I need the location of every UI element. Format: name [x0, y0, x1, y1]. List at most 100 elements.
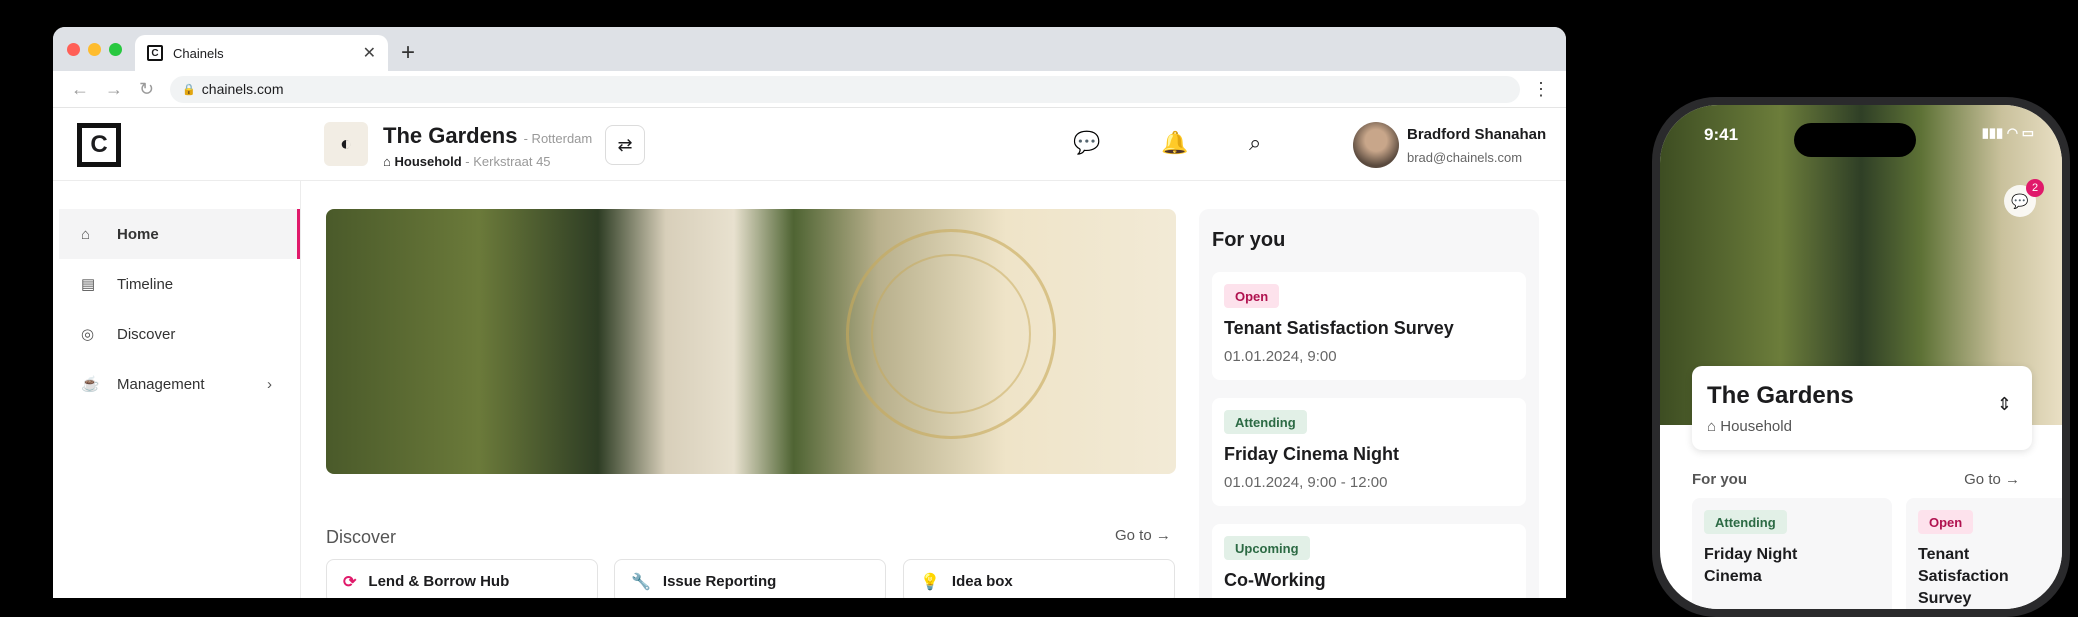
close-window-button[interactable]	[67, 43, 80, 56]
dynamic-island	[1794, 123, 1916, 157]
sidebar-item-timeline[interactable]: ▤ Timeline	[59, 259, 300, 309]
card-title: Friday Night Cinema	[1704, 546, 1798, 585]
status-badge: Attending	[1224, 410, 1307, 434]
chevron-right-icon: ›	[267, 375, 272, 393]
url-text: chainels.com	[201, 81, 284, 97]
hero-decoration	[871, 254, 1031, 414]
new-tab-button[interactable]: +	[401, 35, 415, 71]
community-city: - Rotterdam	[523, 131, 593, 146]
browser-menu-icon[interactable]: ⋮	[1532, 79, 1550, 100]
phone-mockup: 9:41 ▮▮▮ ◠ ▭ 💬 2 The Gardens ⌂ Household…	[1652, 97, 2070, 617]
tab-title: Chainels	[173, 45, 224, 61]
sidebar-item-label: Timeline	[117, 275, 174, 293]
back-icon[interactable]: ←	[71, 79, 89, 100]
phone-goto-link[interactable]: Go to →	[1964, 471, 2020, 488]
discover-icon: ◎	[81, 326, 95, 343]
bell-icon[interactable]: 🔔	[1161, 130, 1188, 156]
url-input[interactable]: 🔒 chainels.com	[170, 75, 1521, 103]
for-you-panel: For you Open Tenant Satisfaction Survey …	[1199, 209, 1539, 598]
tile-issue-reporting[interactable]: 🔧 Issue Reporting	[614, 559, 886, 598]
sidebar-item-label: Home	[117, 225, 159, 243]
for-you-title: For you	[1212, 229, 1286, 251]
management-icon: ☕	[81, 376, 100, 393]
phone-community-name: The Gardens	[1707, 382, 1854, 409]
browser-tab[interactable]: C Chainels ✕	[135, 35, 388, 71]
card-title: Friday Cinema Night	[1224, 444, 1400, 464]
status-badge: Open	[1224, 284, 1280, 308]
chainels-logo[interactable]: C	[77, 123, 121, 167]
hero-image	[326, 209, 1176, 474]
community-type: Household	[394, 154, 462, 169]
refresh-icon: ⟳	[343, 573, 357, 591]
sidebar-item-label: Discover	[117, 325, 176, 343]
search-icon[interactable]: ⌕	[1249, 130, 1261, 156]
goto-label: Go to	[1964, 471, 2001, 488]
phone-community-type: ⌂ Household	[1707, 418, 1792, 435]
for-you-card[interactable]: Attending Friday Cinema Night 01.01.2024…	[1212, 398, 1526, 506]
chevron-updown-icon[interactable]: ⇕	[1997, 394, 2012, 415]
reload-icon[interactable]: ↻	[139, 79, 154, 100]
status-icons: ▮▮▮ ◠ ▭	[1981, 125, 2034, 140]
arrow-right-icon: →	[1155, 527, 1171, 544]
chat-icon[interactable]: 💬	[1073, 130, 1100, 156]
card-title: Tenant Satisfaction Survey	[1918, 546, 2009, 607]
chainels-favicon-icon: C	[147, 45, 163, 61]
phone-screen: 9:41 ▮▮▮ ◠ ▭ 💬 2 The Gardens ⌂ Household…	[1660, 105, 2062, 609]
timeline-icon: ▤	[81, 276, 96, 293]
home-small-icon: ⌂	[383, 154, 391, 169]
address-bar-row: ← → ↻ 🔒 chainels.com ⋮	[53, 71, 1566, 108]
tile-label: Issue Reporting	[662, 573, 777, 590]
phone-for-you-card[interactable]: Attending Friday Night Cinema	[1692, 498, 1892, 609]
tab-bar: C Chainels ✕ +	[53, 27, 1566, 71]
lightbulb-icon: 💡	[920, 573, 940, 591]
community-title: The Gardens - Rotterdam	[383, 123, 592, 149]
goto-label: Go to	[1115, 527, 1152, 544]
switch-community-button[interactable]: ⇄	[605, 125, 645, 165]
for-you-card[interactable]: Upcoming Co-Working	[1212, 524, 1526, 598]
status-badge: Open	[1918, 510, 1974, 534]
avatar[interactable]	[1353, 122, 1399, 168]
discover-title: Discover	[326, 527, 397, 547]
phone-for-you-title: For you	[1692, 471, 1747, 488]
chat-count-badge: 2	[2026, 179, 2044, 197]
user-email: brad@chainels.com	[1407, 150, 1523, 165]
wrench-icon: 🔧	[631, 573, 651, 591]
community-address: - Kerkstraat 45	[465, 154, 551, 169]
home-icon: ⌂	[81, 225, 91, 243]
user-name[interactable]: Bradford Shanahan	[1407, 126, 1546, 143]
sidebar-item-discover[interactable]: ◎ Discover	[59, 309, 300, 359]
maximize-window-button[interactable]	[109, 43, 122, 56]
sidebar-item-label: Management	[117, 375, 205, 393]
window-controls	[67, 43, 122, 56]
tile-label: Lend & Borrow Hub	[368, 573, 510, 590]
card-title: Co-Working	[1224, 570, 1326, 590]
minimize-window-button[interactable]	[88, 43, 101, 56]
phone-for-you-card[interactable]: Open Tenant Satisfaction Survey	[1906, 498, 2062, 609]
sidebar: ⌂ Home ▤ Timeline ◎ Discover ☕ Managemen…	[53, 181, 301, 598]
card-date: 01.01.2024, 9:00 - 12:00	[1224, 474, 1388, 491]
close-tab-icon[interactable]: ✕	[363, 43, 376, 63]
tile-idea-box[interactable]: 💡 Idea box	[903, 559, 1175, 598]
app-header: C ◐ The Gardens - Rotterdam ⌂ Household …	[53, 108, 1566, 181]
browser-window: C Chainels ✕ + ← → ↻ 🔒 chainels.com ⋮ C …	[53, 27, 1566, 598]
status-badge: Upcoming	[1224, 536, 1310, 560]
phone-community-card[interactable]: The Gardens ⌂ Household ⇕	[1692, 366, 2032, 450]
discover-goto-link[interactable]: Go to →	[1115, 527, 1171, 544]
tile-lend-borrow[interactable]: ⟳ Lend & Borrow Hub	[326, 559, 598, 598]
forward-icon[interactable]: →	[105, 79, 123, 100]
community-subtitle: ⌂ Household - Kerkstraat 45	[383, 154, 551, 169]
home-small-icon: ⌂	[1707, 418, 1717, 435]
for-you-card[interactable]: Open Tenant Satisfaction Survey 01.01.20…	[1212, 272, 1526, 380]
phone-community-type-label: Household	[1720, 418, 1792, 435]
community-thumbnail: ◐	[324, 122, 368, 166]
status-badge: Attending	[1704, 510, 1787, 534]
tile-label: Idea box	[951, 573, 1013, 590]
lock-icon: 🔒	[182, 83, 196, 96]
card-title: Tenant Satisfaction Survey	[1224, 318, 1454, 338]
community-name: The Gardens	[383, 123, 518, 148]
sidebar-item-home[interactable]: ⌂ Home	[59, 209, 300, 259]
sidebar-item-management[interactable]: ☕ Management ›	[59, 359, 300, 409]
arrow-right-icon: →	[2005, 471, 2020, 488]
card-date: 01.01.2024, 9:00	[1224, 348, 1337, 365]
status-time: 9:41	[1704, 125, 1739, 144]
